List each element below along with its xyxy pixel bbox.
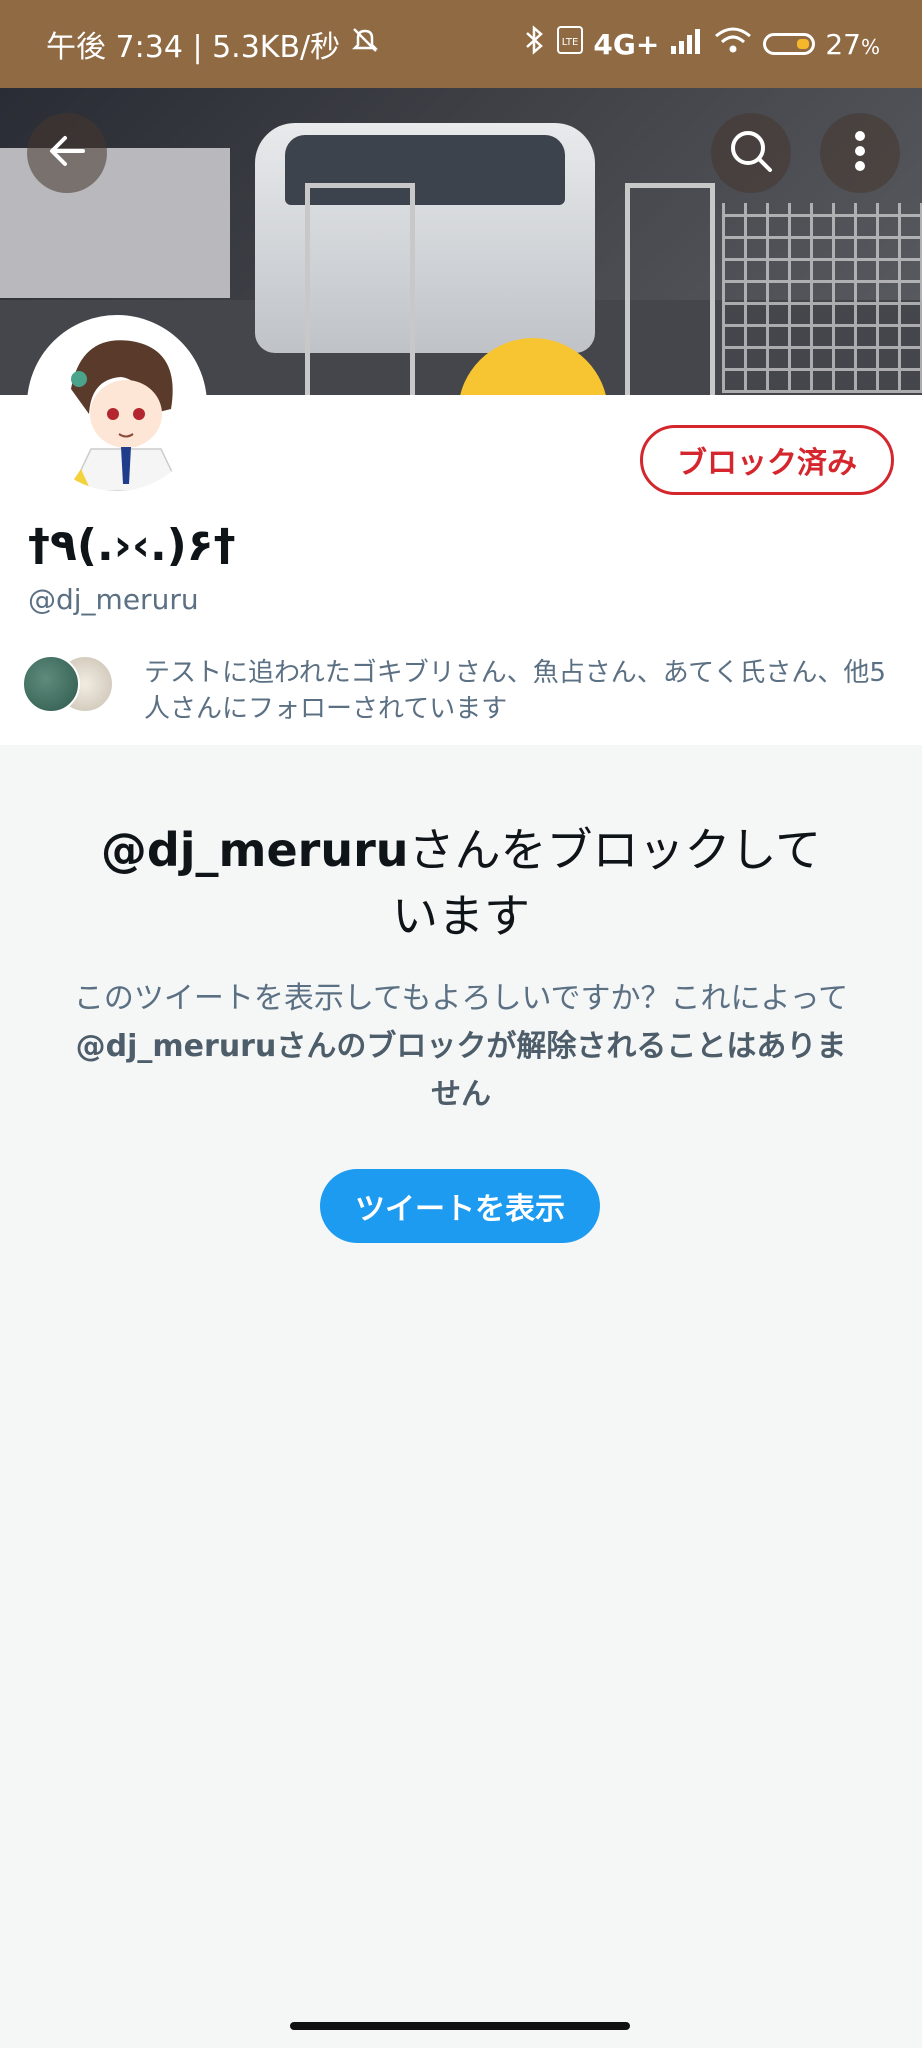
follower-avatars: [22, 655, 114, 713]
signal-icon: [669, 27, 703, 62]
banner-railing: [722, 203, 922, 393]
follower-avatar: [22, 655, 80, 713]
svg-text:LTE: LTE: [562, 37, 579, 48]
blocked-notice-panel: @dj_meruruさんをブロックしています このツイートを表示してもよろしいで…: [0, 745, 922, 2005]
anime-character-avatar-icon: [31, 319, 203, 491]
volte-icon: LTE: [557, 26, 584, 62]
show-tweets-button[interactable]: ツイートを表示: [320, 1169, 600, 1243]
status-time: 午後 7:34 | 5.3KB/秒: [46, 30, 341, 65]
bluetooth-icon: [523, 24, 547, 64]
search-icon: [727, 127, 775, 179]
blocked-title-text: さんをブロックしています: [392, 823, 822, 943]
battery-icon: [763, 33, 816, 55]
blocked-description: このツイートを表示してもよろしいですか？これによって @dj_meruruさんの…: [70, 975, 852, 1119]
blocked-title: @dj_meruruさんをブロックしています: [80, 817, 842, 949]
status-right: LTE 4G+ 27%: [523, 24, 880, 64]
status-bar: 午後 7:34 | 5.3KB/秒 LTE 4G+ 27%: [0, 0, 922, 88]
network-type: 4G+: [593, 27, 660, 61]
followed-by-text: テストに追われたゴキブリさん、魚占さん、あてく氏さん、他5人さんにフォローされて…: [144, 658, 886, 724]
wifi-icon: [713, 25, 753, 63]
more-options-button[interactable]: [820, 113, 900, 193]
followed-by-row[interactable]: テストに追われたゴキブリさん、魚占さん、あてく氏さん、他5人さんにフォローされて…: [22, 655, 894, 727]
blocked-desc-handle: @dj_meruru: [75, 1029, 277, 1064]
battery-level: 27%: [825, 27, 880, 61]
user-handle: @dj_meruru: [28, 583, 199, 616]
display-name: †٩(.›‹.)۶†: [28, 520, 236, 571]
banner-gate: [305, 183, 415, 395]
back-button[interactable]: [27, 113, 107, 193]
banner-gate: [625, 183, 715, 395]
home-indicator[interactable]: [290, 2022, 630, 2030]
mute-icon: [350, 25, 380, 63]
more-vertical-icon: [853, 129, 867, 177]
blocked-button[interactable]: ブロック済み: [640, 425, 894, 495]
blocked-desc-text: さんのブロックが解除されることはありません: [276, 1029, 847, 1112]
search-button[interactable]: [711, 113, 791, 193]
arrow-left-icon: [45, 129, 89, 177]
blocked-desc-line1: このツイートを表示してもよろしいですか？これによって: [73, 981, 849, 1016]
avatar[interactable]: [27, 315, 207, 495]
blocked-title-handle: @dj_meruru: [100, 823, 409, 877]
status-left: 午後 7:34 | 5.3KB/秒: [46, 22, 380, 66]
